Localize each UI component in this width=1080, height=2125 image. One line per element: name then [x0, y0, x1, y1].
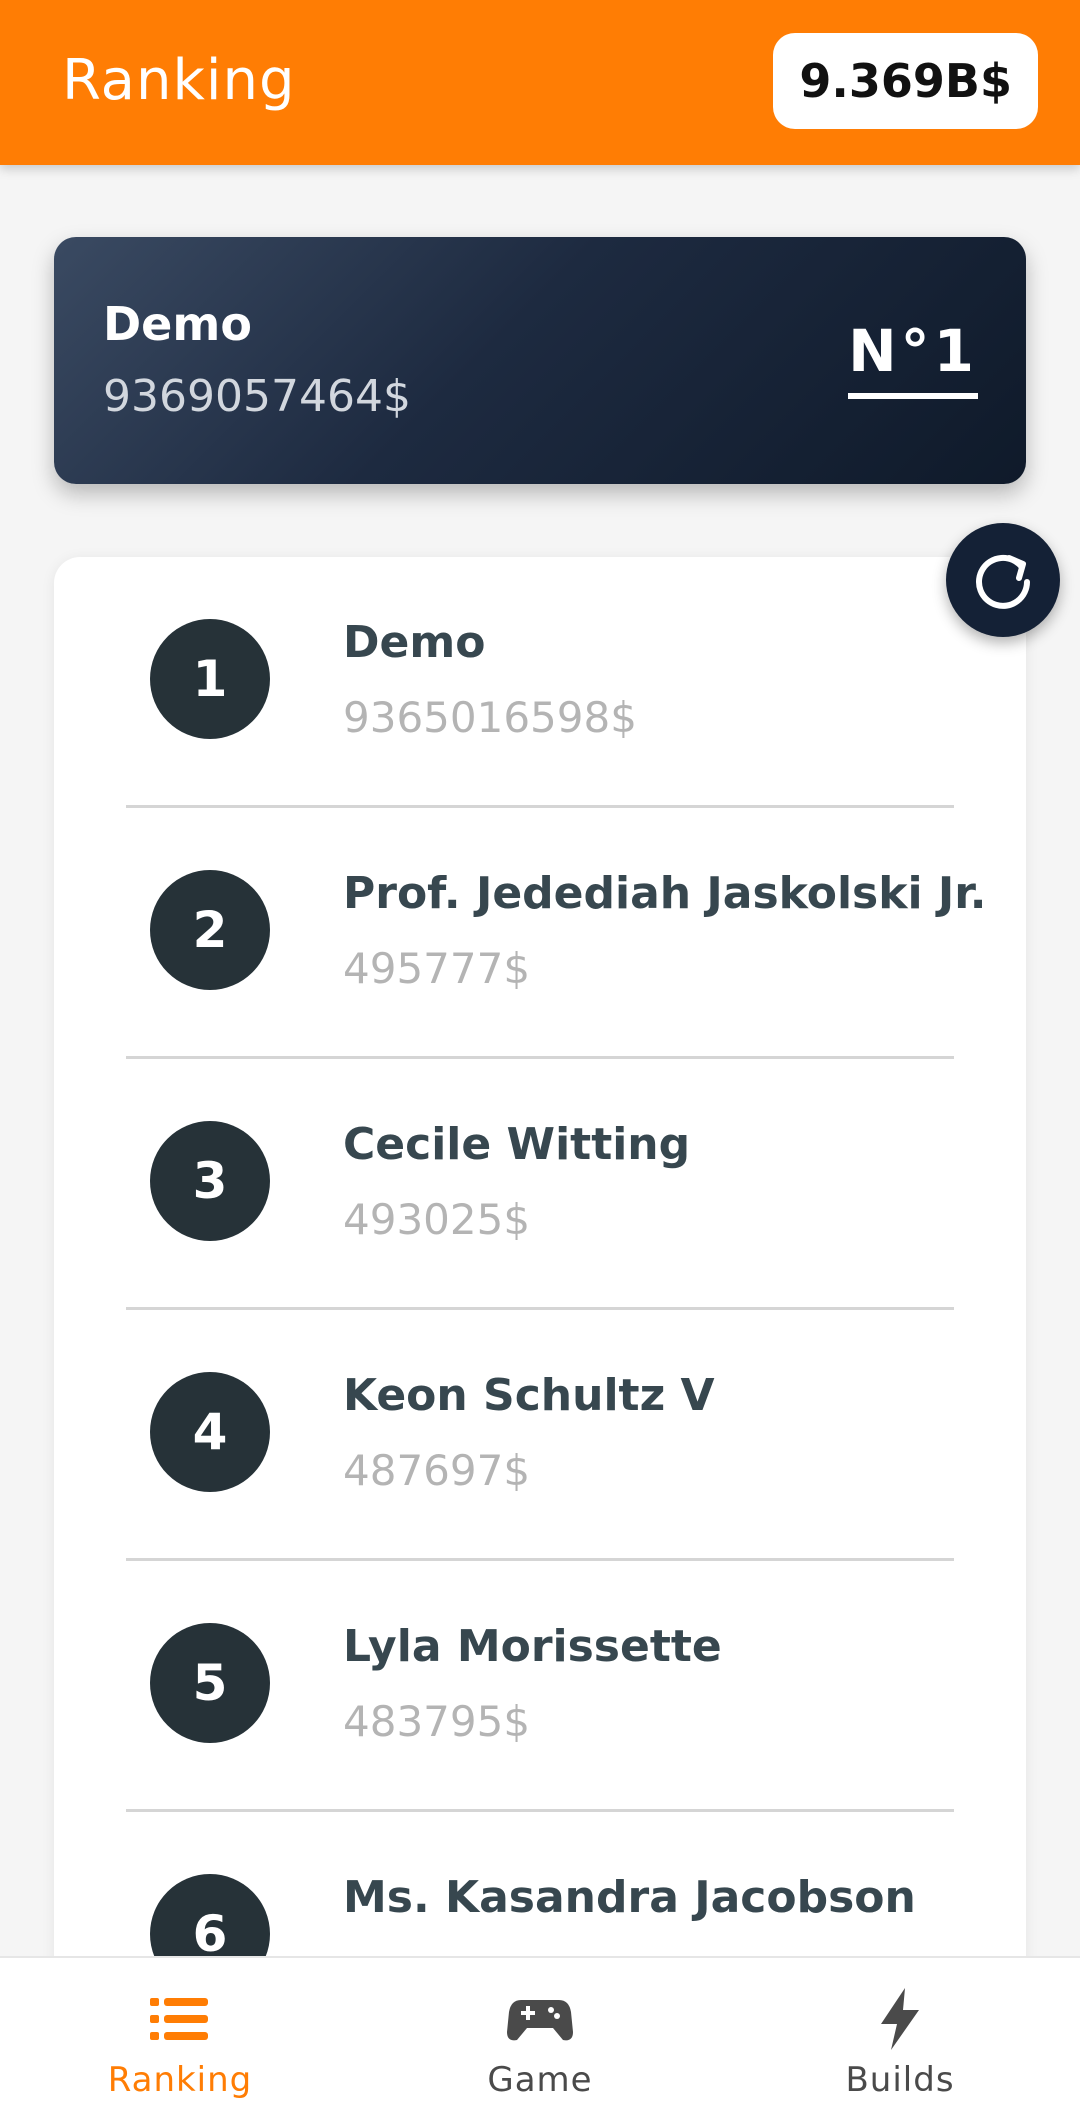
rank-badge: 2: [150, 870, 270, 990]
list-item[interactable]: 2 Prof. Jedediah Jaskolski Jr. 495777$: [126, 808, 986, 1059]
list-item[interactable]: 3 Cecile Witting 493025$: [126, 1059, 954, 1310]
balance-badge[interactable]: 9.369B$: [773, 33, 1038, 129]
player-amount: 495777$: [343, 944, 531, 993]
app-bar: Ranking 9.369B$: [0, 0, 1080, 165]
my-rank-card: Demo 9369057464$ N°1: [54, 237, 1026, 484]
nav-label: Ranking: [107, 2060, 253, 2100]
ranking-list[interactable]: 1 Demo 9365016598$ 2 Prof. Jedediah Jask…: [54, 557, 1026, 1977]
my-rank-amount: 9369057464$: [103, 371, 411, 422]
nav-label: Game: [487, 2060, 593, 2100]
my-rank-name: Demo: [103, 297, 252, 351]
player-amount: 483795$: [343, 1697, 531, 1746]
rank-badge: 3: [150, 1121, 270, 1241]
page-title: Ranking: [62, 48, 296, 113]
rank-badge: 4: [150, 1372, 270, 1492]
nav-item-builds[interactable]: Builds: [720, 1958, 1080, 2125]
list-item[interactable]: 4 Keon Schultz V 487697$: [126, 1310, 954, 1561]
gamepad-icon: [507, 2000, 573, 2041]
rank-badge: 1: [150, 619, 270, 739]
refresh-button[interactable]: [946, 523, 1060, 637]
nav-item-ranking[interactable]: Ranking: [0, 1958, 360, 2125]
player-amount: 487697$: [343, 1446, 531, 1495]
refresh-icon: [976, 554, 1030, 609]
player-name: Prof. Jedediah Jaskolski Jr.: [343, 868, 987, 919]
player-amount: 9365016598$: [343, 693, 637, 742]
nav-item-game[interactable]: Game: [360, 1958, 720, 2125]
player-name: Keon Schultz V: [343, 1370, 715, 1421]
bottom-navigation: Ranking Game Builds: [0, 1956, 1080, 2125]
list-item[interactable]: 6 Ms. Kasandra Jacobson: [126, 1812, 954, 1977]
player-name: Demo: [343, 617, 486, 668]
my-rank-position: N°1: [848, 317, 978, 399]
lightning-icon: [881, 1988, 919, 2050]
list-item[interactable]: 1 Demo 9365016598$: [126, 557, 954, 808]
player-name: Cecile Witting: [343, 1119, 691, 1170]
nav-label: Builds: [845, 2060, 955, 2100]
player-name: Ms. Kasandra Jacobson: [343, 1872, 916, 1923]
player-amount: 493025$: [343, 1195, 531, 1244]
player-name: Lyla Morissette: [343, 1621, 722, 1672]
rank-badge: 5: [150, 1623, 270, 1743]
list-item[interactable]: 5 Lyla Morissette 483795$: [126, 1561, 954, 1812]
list-icon: [150, 1998, 208, 2040]
